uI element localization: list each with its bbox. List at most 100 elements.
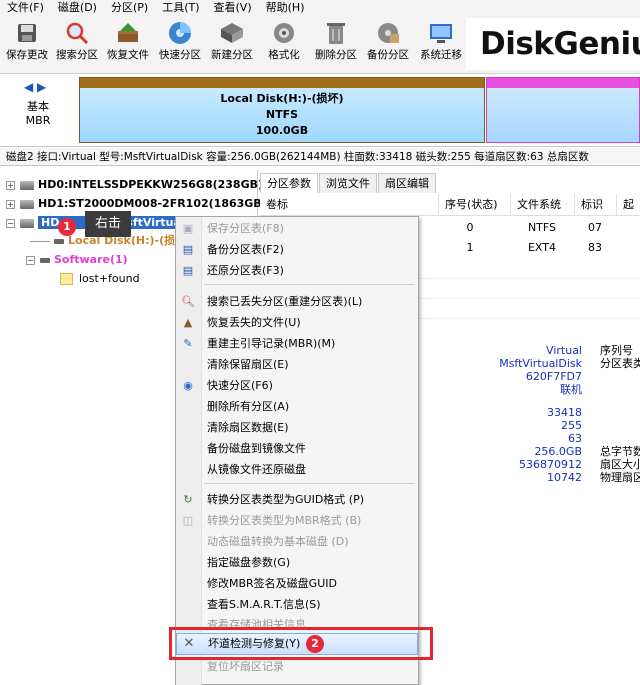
highlight-box — [169, 627, 433, 660]
tab-partition-params[interactable]: 分区参数 — [260, 173, 318, 193]
col-start[interactable]: 起 — [616, 194, 640, 216]
menu-disk[interactable]: 磁盘(D) — [51, 0, 104, 16]
value-model: MsftVirtualDisk — [499, 357, 582, 370]
partition-table-header: 卷标 序号(状态) 文件系统 标识 起 — [260, 194, 640, 216]
menu-quick-partition[interactable]: ◉ 快速分区(F6) — [176, 376, 418, 396]
diskgenius-window: 文件(F) 磁盘(D) 分区(P) 工具(T) 查看(V) 帮助(H) 保存更改… — [0, 0, 640, 685]
recover-file-icon — [115, 20, 141, 46]
partition-block-software[interactable] — [486, 77, 640, 143]
toolbar: 保存更改 搜索分区 恢复文件 快速分区 新建分区 格式化 删除分区 备份分区 系… — [0, 16, 640, 74]
value-cylinders: 33418 — [547, 406, 582, 419]
menu-modify-mbr-signature[interactable]: 修改MBR签名及磁盘GUID — [176, 574, 418, 594]
partition-icon — [40, 257, 50, 263]
format-button[interactable]: 格式化 — [257, 20, 311, 68]
search-partition-icon — [64, 20, 90, 46]
menu-recover-lost-files[interactable]: ▲ 恢复丢失的文件(U) — [176, 313, 418, 333]
menu-clear-sector-data[interactable]: 清除扇区数据(E) — [176, 418, 418, 438]
disk-info-bar: 磁盘2 接口:Virtual 型号:MsftVirtualDisk 容量:256… — [0, 148, 640, 166]
delete-partition-button[interactable]: 删除分区 — [309, 20, 363, 68]
menu-delete-all-partitions[interactable]: 删除所有分区(A) — [176, 397, 418, 417]
disk-type-label: 基本 MBR — [25, 100, 51, 127]
tree-item-software[interactable]: − Software(1) — [26, 251, 128, 269]
menu-backup-partition-table[interactable]: ▤ 备份分区表(F2) — [176, 240, 418, 260]
search-partition-button[interactable]: 搜索分区 — [50, 20, 104, 68]
folder-icon — [60, 273, 73, 285]
hard-disk-icon — [20, 199, 34, 209]
system-migrate-icon — [428, 20, 454, 46]
search-icon: 🔍︎ — [181, 295, 195, 308]
menu-restore-partition-table[interactable]: ▤ 还原分区表(F3) — [176, 261, 418, 281]
col-label[interactable]: 卷标 — [260, 194, 438, 216]
menu-restore-disk-from-image[interactable]: 从镜像文件还原磁盘 — [176, 460, 418, 480]
tab-sector-edit[interactable]: 扇区编辑 — [378, 173, 436, 193]
value-heads: 255 — [561, 419, 582, 432]
label-total-bytes: 总字节数 — [600, 445, 640, 458]
diskgenius-logo: DiskGenius — [466, 18, 640, 70]
value-sectors-per-track: 63 — [568, 432, 582, 445]
new-partition-button[interactable]: 新建分区 — [205, 20, 259, 68]
menu-backup-disk-to-image[interactable]: 备份磁盘到镜像文件 — [176, 439, 418, 459]
menu-search-lost-partitions[interactable]: 🔍︎ 搜索已丢失分区(重建分区表)(L) — [176, 292, 418, 312]
partition-icon — [54, 238, 64, 244]
collapse-icon[interactable]: − — [6, 218, 15, 228]
tree-item-lost-found[interactable]: lost+found — [60, 270, 140, 288]
partition-fs: NTFS — [265, 108, 299, 121]
quick-partition-icon — [167, 20, 193, 46]
value-guid: 620F7FD7 — [525, 370, 582, 383]
menu-file[interactable]: 文件(F) — [0, 0, 51, 16]
tab-browse-files[interactable]: 浏览文件 — [319, 173, 377, 193]
quick-partition-button[interactable]: 快速分区 — [153, 20, 207, 68]
backup-partition-icon — [375, 20, 401, 46]
recover-file-icon: ▲ — [183, 316, 193, 329]
save-icon — [14, 20, 40, 46]
partition-size: 100.0GB — [255, 124, 309, 137]
label-serial: 序列号 — [600, 344, 633, 357]
col-id[interactable]: 标识 — [574, 194, 616, 216]
label-table-type: 分区表类 — [600, 357, 640, 370]
col-index[interactable]: 序号(状态) — [438, 194, 510, 216]
menu-save-partition-table[interactable]: ▣ 保存分区表(F8) — [176, 219, 418, 239]
recover-file-button[interactable]: 恢复文件 — [101, 20, 155, 68]
partition-name: Local Disk(H:)-(损坏) — [220, 92, 344, 105]
menu-clear-reserved-sectors[interactable]: 清除保留扇区(E) — [176, 355, 418, 375]
menu-tools[interactable]: 工具(T) — [155, 0, 206, 16]
convert-mbr-icon: ◫ — [182, 514, 194, 527]
disk-nav-arrows[interactable]: ◀ ▶ — [24, 80, 46, 94]
tree-item-hd0[interactable]: + HD0:INTELSSDPEKKW256G8(238GB) — [6, 176, 263, 194]
menu-reset-bad-sector-record[interactable]: 复位坏扇区记录 — [176, 657, 418, 677]
value-capacity: 256.0GB — [534, 445, 582, 458]
label-sector-size: 扇区大小 — [600, 458, 640, 471]
quick-partition-icon: ◉ — [183, 379, 193, 392]
value-interface: Virtual — [546, 344, 582, 357]
menu-convert-to-guid[interactable]: ↻ 转换分区表类型为GUID格式 (P) — [176, 490, 418, 510]
expand-icon[interactable]: + — [6, 180, 15, 190]
save-changes-button[interactable]: 保存更改 — [0, 20, 54, 68]
rebuild-mbr-icon: ✎ — [183, 337, 193, 350]
hard-disk-icon — [20, 180, 34, 190]
partition-block-local-disk[interactable]: Local Disk(H:)-(损坏) NTFS 100.0GB — [79, 77, 485, 143]
convert-icon: ↻ — [183, 493, 193, 506]
menu-convert-to-mbr[interactable]: ◫ 转换分区表类型为MBR格式 (B) — [176, 511, 418, 531]
collapse-icon[interactable]: − — [26, 255, 35, 265]
expand-icon[interactable]: + — [6, 199, 15, 209]
menu-partition[interactable]: 分区(P) — [104, 0, 155, 16]
value-total-sectors: 536870912 — [519, 458, 582, 471]
tab-bar: 分区参数 浏览文件 扇区编辑 — [260, 173, 437, 193]
system-migrate-button[interactable]: 系统迁移 — [414, 20, 468, 68]
value-extra: 10742 — [547, 471, 582, 484]
menu-set-disk-parameters[interactable]: 指定磁盘参数(G) — [176, 553, 418, 573]
backup-partition-button[interactable]: 备份分区 — [361, 20, 415, 68]
tree-item-hd1[interactable]: + HD1:ST2000DM008-2FR102(1863GB) — [6, 195, 267, 213]
step-badge-1: 1 — [58, 218, 76, 236]
delete-partition-icon — [323, 20, 349, 46]
save-icon: ▣ — [182, 222, 194, 235]
right-click-callout: 右击 — [85, 211, 131, 237]
menu-dynamic-to-basic[interactable]: 动态磁盘转换为基本磁盘 (D) — [176, 532, 418, 552]
backup-table-icon: ▤ — [182, 243, 194, 256]
menu-rebuild-mbr[interactable]: ✎ 重建主引导记录(MBR)(M) — [176, 334, 418, 354]
menu-view-smart-info[interactable]: 查看S.M.A.R.T.信息(S) — [176, 595, 418, 615]
hard-disk-icon — [20, 218, 34, 228]
menu-help[interactable]: 帮助(H) — [259, 0, 312, 16]
menu-view[interactable]: 查看(V) — [207, 0, 259, 16]
col-fs[interactable]: 文件系统 — [510, 194, 574, 216]
